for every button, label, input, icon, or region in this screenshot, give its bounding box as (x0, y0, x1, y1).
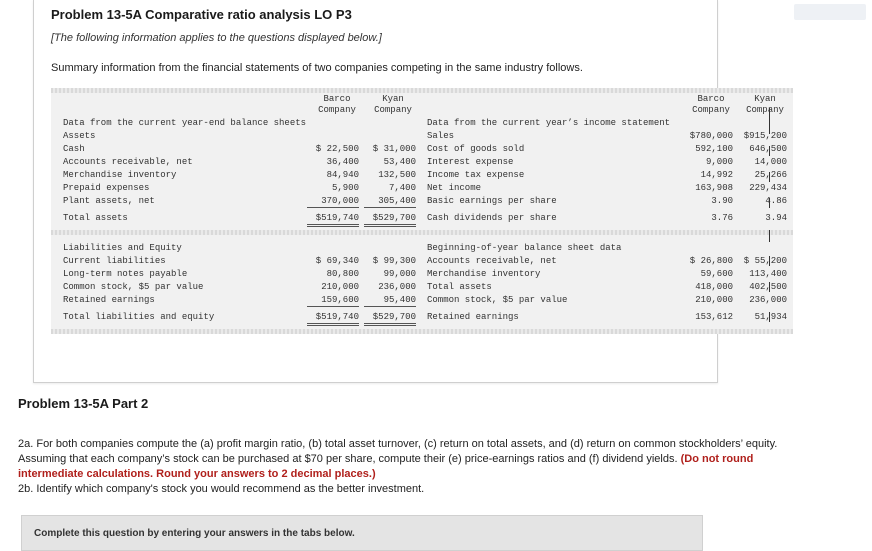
cursor-line (769, 312, 770, 322)
complete-question-banner: Complete this question by entering your … (21, 515, 703, 551)
problem-note: [The following information applies to th… (51, 32, 382, 44)
table-row: Prepaid expenses 5,900 7,400 (63, 183, 416, 193)
table-row: Net income 163,908 229,434 (427, 183, 787, 193)
table-row-total: Total liabilities and equity $519,740 $5… (51, 311, 421, 326)
cursor-line (769, 282, 770, 292)
table-row: Income tax expense 14,992 25,266 (427, 170, 787, 180)
cursor-line (769, 146, 770, 156)
table-row: Retained earnings 159,600 95,400 (63, 295, 416, 307)
barco-header-income: Barco Company (692, 94, 730, 115)
cursor-line (769, 172, 770, 182)
problem-intro: Summary information from the financial s… (51, 62, 583, 74)
barco-header: Barco Company (318, 94, 356, 115)
kyan-header-income: Kyan Company (746, 94, 784, 115)
balance-heading: Data from the current year-end balance s… (63, 118, 307, 128)
task-instructions: 2a. For both companies compute the (a) p… (18, 438, 778, 495)
cursor-line (769, 230, 770, 242)
problem-title: Problem 13-5A Comparative ratio analysis… (51, 7, 352, 22)
cursor-line (769, 256, 770, 266)
kyan-header: Kyan Company (374, 94, 412, 115)
table-row: Merchandise inventory 59,600 113,400 (427, 269, 787, 279)
financial-data-table: Barco Company Kyan Company Barco Company Ky… (51, 88, 793, 334)
table-row: Accounts receivable, net 36,400 53,400 (63, 157, 416, 167)
part-title: Problem 13-5A Part 2 (18, 396, 149, 411)
table-row: Cost of goods sold 592,100 646,500 (427, 144, 787, 154)
table-row-total: Total assets $519,740 $529,700 (51, 212, 421, 227)
table-row: Cash dividends per share 3.76 3.94 (427, 213, 787, 223)
table-row: Interest expense 9,000 14,000 (427, 157, 787, 167)
table-row: Accounts receivable, net $ 26,800 $ 55,2… (427, 256, 787, 266)
table-row: Current liabilities $ 69,340 $ 99,300 (63, 256, 416, 266)
table-row: Long-term notes payable 80,800 99,000 (63, 269, 416, 279)
table-row: Common stock, $5 par value 210,000 236,0… (63, 282, 416, 292)
income-heading: Data from the current year’s income stat… (427, 118, 671, 128)
table-row: Common stock, $5 par value 210,000 236,0… (427, 295, 787, 305)
beginning-heading: Beginning-of-year balance sheet data (427, 243, 622, 253)
header-toolbar-button[interactable] (794, 4, 866, 20)
table-row: Total assets 418,000 402,500 (427, 282, 787, 292)
assets-label: Assets (63, 131, 96, 141)
liabilities-label: Liabilities and Equity (63, 243, 182, 253)
table-row: Cash $ 22,500 $ 31,000 (63, 144, 416, 154)
table-row: Sales $780,000 $915,200 (427, 131, 787, 141)
cursor-line (769, 108, 770, 134)
table-row: Basic earnings per share 3.90 4.86 (427, 196, 787, 206)
table-row: Retained earnings 153,612 51,934 (427, 312, 787, 322)
table-row: Plant assets, net 370,000 305,400 (63, 196, 416, 208)
table-row: Merchandise inventory 84,940 132,500 (63, 170, 416, 180)
cursor-line (769, 198, 770, 208)
